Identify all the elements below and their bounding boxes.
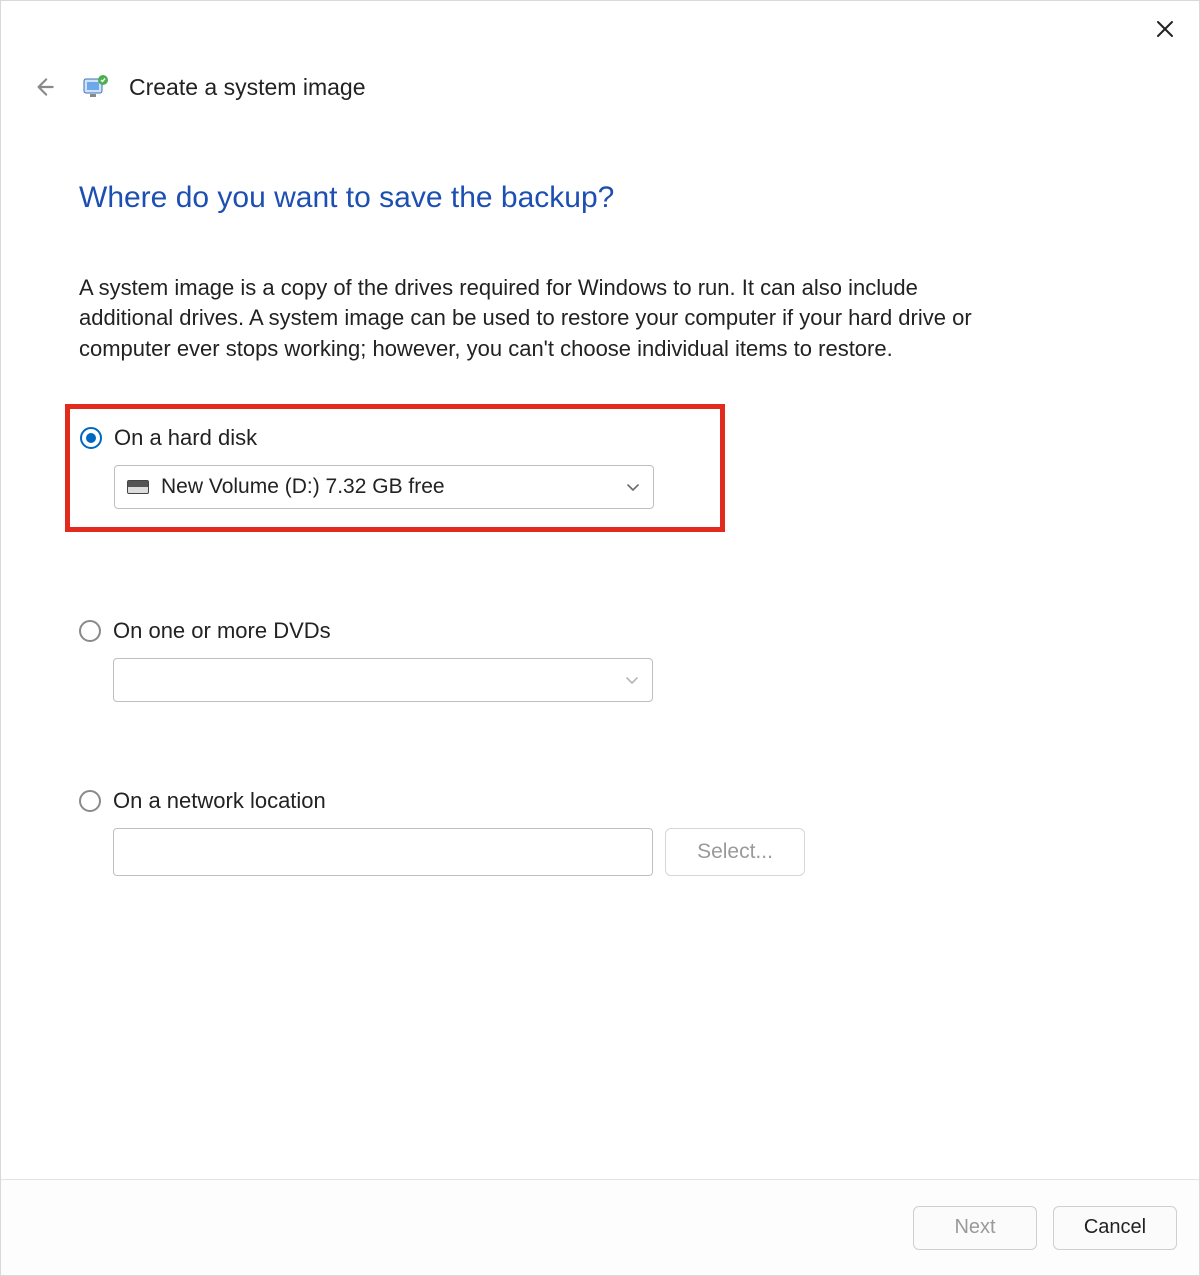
- close-button[interactable]: [1145, 9, 1185, 49]
- option-dvds-group: On one or more DVDs: [79, 612, 1121, 702]
- hard-disk-dropdown[interactable]: New Volume (D:) 7.32 GB free: [114, 465, 654, 509]
- highlight-box: On a hard disk New Volume (D:) 7.32 GB f…: [65, 404, 725, 532]
- option-hard-disk-row[interactable]: On a hard disk: [80, 419, 706, 465]
- titlebar: [1, 1, 1199, 61]
- chevron-down-icon: [625, 479, 641, 495]
- header-row: Create a system image: [1, 61, 1199, 109]
- option-dvds-row[interactable]: On one or more DVDs: [79, 612, 1121, 658]
- arrow-left-icon: [31, 74, 57, 100]
- next-button[interactable]: Next: [913, 1206, 1037, 1250]
- radio-network[interactable]: [79, 790, 101, 812]
- cancel-button[interactable]: Cancel: [1053, 1206, 1177, 1250]
- close-icon: [1155, 19, 1175, 39]
- chevron-down-icon: [624, 672, 640, 688]
- system-image-icon: [81, 73, 109, 101]
- radio-dvds[interactable]: [79, 620, 101, 642]
- footer: Next Cancel: [1, 1179, 1199, 1275]
- option-network-group: On a network location Select...: [79, 782, 1121, 876]
- page-description: A system image is a copy of the drives r…: [79, 273, 979, 364]
- dvds-dropdown[interactable]: [113, 658, 653, 702]
- page-heading: Where do you want to save the backup?: [79, 181, 1121, 215]
- hard-disk-icon: [127, 480, 149, 494]
- hard-disk-dropdown-value: New Volume (D:) 7.32 GB free: [161, 475, 445, 499]
- network-path-input[interactable]: [113, 828, 653, 876]
- option-network-row[interactable]: On a network location: [79, 782, 1121, 828]
- radio-hard-disk[interactable]: [80, 427, 102, 449]
- content-area: Where do you want to save the backup? A …: [1, 109, 1199, 1179]
- back-button[interactable]: [27, 70, 61, 104]
- wizard-title: Create a system image: [129, 74, 365, 101]
- option-hard-disk-group: On a hard disk New Volume (D:) 7.32 GB f…: [79, 404, 1121, 532]
- wizard-window: Create a system image Where do you want …: [0, 0, 1200, 1276]
- option-dvds-label: On one or more DVDs: [113, 618, 331, 644]
- select-network-button[interactable]: Select...: [665, 828, 805, 876]
- option-hard-disk-label: On a hard disk: [114, 425, 257, 451]
- option-network-label: On a network location: [113, 788, 326, 814]
